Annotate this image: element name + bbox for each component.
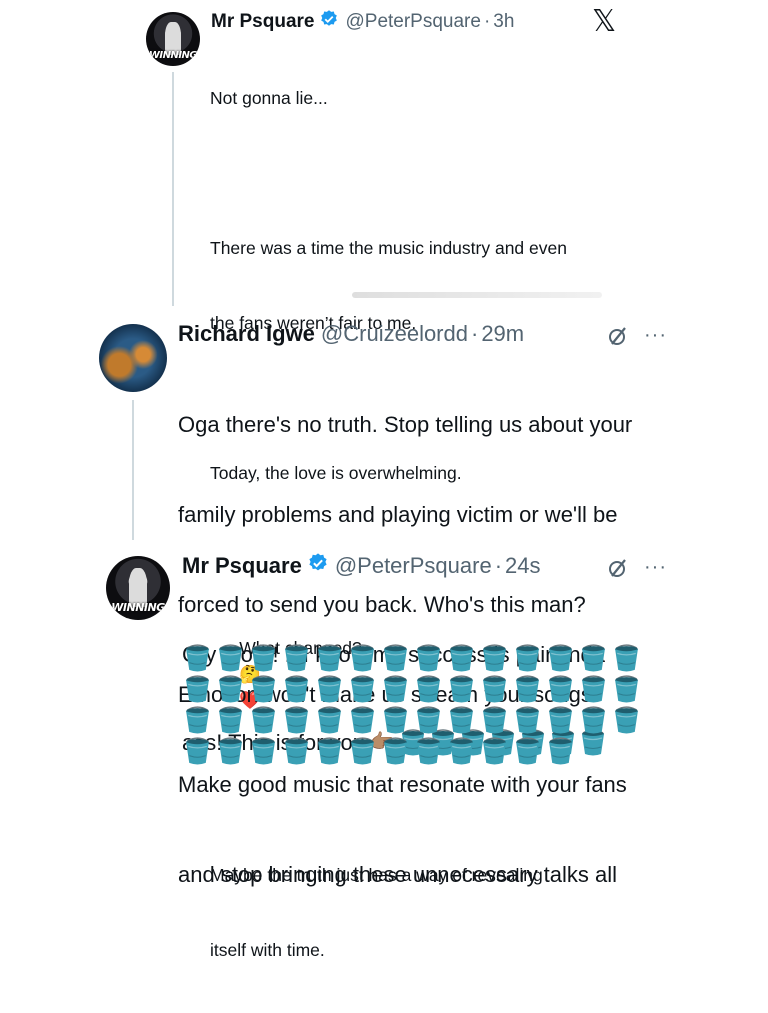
tweet-header: Mr Psquare @PeterPsquare · 24s <box>182 550 541 582</box>
bucket-emoji-row <box>182 673 644 704</box>
bucket-emoji-icon <box>215 704 246 735</box>
bucket-emoji-icon <box>479 704 510 735</box>
bucket-emoji-icon <box>248 673 279 704</box>
bucket-emoji-icon <box>446 673 477 704</box>
bucket-emoji-icon <box>215 735 246 766</box>
handle[interactable]: @PeterPsquare <box>345 11 480 33</box>
bucket-emoji-icon <box>248 735 279 766</box>
bucket-emoji-icon <box>479 673 510 704</box>
verified-badge-icon <box>307 552 329 580</box>
bucket-emoji-icon <box>413 704 444 735</box>
more-options-icon[interactable]: ··· <box>644 324 667 347</box>
bucket-emoji-icon <box>413 735 444 766</box>
grok-icon[interactable] <box>606 556 630 585</box>
bucket-emoji-icon <box>611 673 642 704</box>
thread-line <box>132 400 134 540</box>
tweet-line: and stop bringing these unnecessary talk… <box>178 862 618 887</box>
bucket-emoji-icon <box>611 642 642 673</box>
bucket-emoji-icon <box>380 673 411 704</box>
separator-dot: · <box>494 553 503 578</box>
tweet-header: Mr Psquare @PeterPsquare · 3h <box>211 8 514 36</box>
tweet-response[interactable]: WINNING Mr Psquare @PeterPsquare · 24s ·… <box>0 540 768 768</box>
bucket-emoji-grid <box>182 642 644 766</box>
bucket-emoji-icon <box>314 735 345 766</box>
tweet-line: family problems and playing victim or we… <box>178 502 618 527</box>
bucket-emoji-icon <box>479 642 510 673</box>
bucket-emoji-icon <box>281 673 312 704</box>
timestamp[interactable]: 3h <box>493 11 514 33</box>
avatar[interactable]: WINNING <box>106 556 170 620</box>
bucket-emoji-icon <box>545 673 576 704</box>
bucket-emoji-icon <box>545 642 576 673</box>
handle[interactable]: @PeterPsquare <box>335 553 492 579</box>
bucket-emoji-icon <box>512 642 543 673</box>
bucket-emoji-icon <box>512 735 543 766</box>
thread-line <box>172 72 174 306</box>
bucket-emoji-icon <box>611 704 642 735</box>
bucket-emoji-icon <box>512 673 543 704</box>
bucket-emoji-icon <box>512 704 543 735</box>
tweet-header: Richard Igwe @Cruizeelordd · 29m <box>178 318 524 350</box>
avatar[interactable]: WINNING <box>146 12 200 66</box>
bucket-emoji-icon <box>248 704 279 735</box>
bucket-emoji-icon <box>578 642 609 673</box>
tweet-original[interactable]: WINNING Mr Psquare @PeterPsquare · 3h 𝕏 … <box>0 0 768 960</box>
bucket-emoji-icon <box>578 673 609 704</box>
avatar-badge-text: WINNING <box>148 49 198 61</box>
tweet-line: Not gonna lie... <box>210 88 328 108</box>
bucket-emoji-icon <box>314 673 345 704</box>
bucket-emoji-icon <box>347 704 378 735</box>
bucket-emoji-icon <box>182 735 213 766</box>
avatar[interactable] <box>99 324 167 392</box>
bucket-emoji-icon <box>380 642 411 673</box>
bucket-emoji-icon <box>314 704 345 735</box>
bucket-emoji-icon <box>347 735 378 766</box>
timestamp[interactable]: 24s <box>505 553 540 579</box>
bucket-emoji-icon <box>182 704 213 735</box>
bucket-emoji-icon <box>578 704 609 735</box>
grok-icon[interactable] <box>606 324 630 353</box>
more-options-icon[interactable]: ··· <box>644 556 667 579</box>
bucket-emoji-icon <box>215 673 246 704</box>
bucket-emoji-row <box>182 642 644 673</box>
bucket-emoji-icon <box>182 673 213 704</box>
bucket-emoji-icon <box>413 642 444 673</box>
bucket-emoji-icon <box>347 642 378 673</box>
bucket-emoji-icon <box>215 642 246 673</box>
blurred-text-artifact <box>352 292 602 298</box>
bucket-emoji-icon <box>182 642 213 673</box>
timestamp[interactable]: 29m <box>481 321 524 347</box>
avatar-badge-text: WINNING <box>111 600 165 614</box>
tweet-line: Oga there's no truth. Stop telling us ab… <box>178 412 633 437</box>
x-logo-icon[interactable]: 𝕏 <box>592 4 616 39</box>
bucket-emoji-row <box>182 735 644 766</box>
bucket-emoji-icon <box>281 642 312 673</box>
bucket-emoji-icon <box>413 673 444 704</box>
bucket-emoji-icon <box>281 704 312 735</box>
tweet-line: There was a time the music industry and … <box>210 238 567 258</box>
separator-dot: · <box>470 321 479 346</box>
bucket-emoji-icon <box>545 735 576 766</box>
bucket-emoji-icon <box>248 642 279 673</box>
bucket-emoji-icon <box>380 735 411 766</box>
bucket-emoji-icon <box>446 735 477 766</box>
bucket-emoji-icon <box>347 673 378 704</box>
verified-badge-icon <box>319 9 339 35</box>
bucket-emoji-icon <box>281 735 312 766</box>
bucket-emoji-icon <box>314 642 345 673</box>
bucket-emoji-icon <box>380 704 411 735</box>
display-name[interactable]: Mr Psquare <box>182 553 302 579</box>
bucket-emoji-icon <box>446 704 477 735</box>
display-name[interactable]: Richard Igwe <box>178 321 315 347</box>
tweet-reply[interactable]: Richard Igwe @Cruizeelordd · 29m ··· Oga… <box>0 310 768 887</box>
bucket-emoji-icon <box>446 642 477 673</box>
handle[interactable]: @Cruizeelordd <box>321 321 468 347</box>
bucket-emoji-row <box>182 704 644 735</box>
bucket-emoji-icon <box>545 704 576 735</box>
display-name[interactable]: Mr Psquare <box>211 11 314 33</box>
separator-dot: · <box>483 11 491 32</box>
bucket-emoji-icon <box>479 735 510 766</box>
